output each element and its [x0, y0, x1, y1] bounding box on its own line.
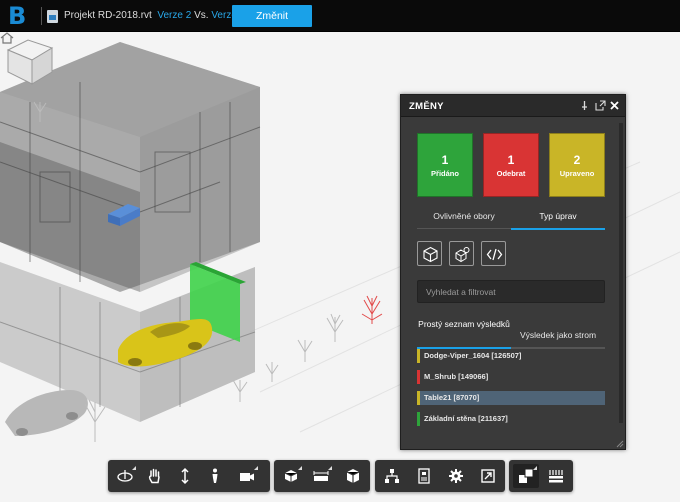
panel-title: ZMĚNY: [409, 101, 444, 112]
panel-header: ZMĚNY: [401, 95, 625, 117]
list-item[interactable]: Základní stěna [211637]: [417, 412, 605, 426]
card-count: 1: [507, 153, 515, 167]
file-icon: [47, 10, 58, 23]
cube-filter-button[interactable]: [417, 241, 442, 266]
section-box-button[interactable]: [278, 464, 304, 488]
list-item[interactable]: Table21 [87070]: [417, 391, 605, 405]
flyout-indicator: [298, 466, 302, 470]
vs-text: Vs.: [194, 10, 209, 21]
panel-scrollbar[interactable]: [619, 123, 623, 423]
popout-icon[interactable]: [595, 100, 606, 111]
item-label: Základní stěna [211637]: [424, 414, 508, 423]
tab-affected-disciplines[interactable]: Ovlivněné obory: [417, 211, 511, 221]
properties-icon: [418, 468, 430, 484]
card-modified[interactable]: 2 Upraveno: [549, 133, 605, 197]
model-tree-button[interactable]: [379, 464, 405, 488]
navigation-toolbar: [108, 460, 270, 492]
resize-handle-icon[interactable]: [616, 440, 624, 448]
search-input[interactable]: [417, 280, 605, 303]
levels-icon: [549, 470, 563, 483]
status-bar: [417, 349, 420, 363]
levels-button[interactable]: [543, 464, 569, 488]
flyout-indicator: [533, 466, 537, 470]
status-bar: [417, 370, 420, 384]
file-title: Projekt RD-2018.rvt Verze 2 Vs. Verze 1: [64, 10, 245, 21]
panels-toolbar: [375, 460, 505, 492]
cube-gear-icon: [455, 247, 470, 263]
walk-button[interactable]: [202, 464, 228, 488]
card-label: Upraveno: [559, 169, 595, 178]
pan-button[interactable]: [142, 464, 168, 488]
explode-icon: [346, 469, 360, 483]
item-label: M_Shrub [149066]: [424, 372, 489, 381]
parameter-filter-button[interactable]: [449, 241, 474, 266]
zoom-button[interactable]: [172, 464, 198, 488]
divider: [41, 7, 42, 25]
card-count: 1: [441, 153, 449, 167]
properties-button[interactable]: [411, 464, 437, 488]
settings-button[interactable]: [443, 464, 469, 488]
fullscreen-button[interactable]: [475, 464, 501, 488]
compare-toolbar: [509, 460, 573, 492]
tab-change-type[interactable]: Typ úprav: [511, 211, 605, 221]
tab-flat-list[interactable]: Prostý seznam výsledků: [417, 319, 511, 330]
result-view-tabs: Prostý seznam výsledků Výsledek jako str…: [417, 317, 605, 349]
close-icon[interactable]: [609, 100, 620, 111]
item-label: Table21 [87070]: [424, 393, 480, 402]
code-icon: [486, 248, 503, 261]
item-label: Dodge-Viper_1604 [126507]: [424, 351, 522, 360]
compare-button[interactable]: Změnit: [232, 5, 312, 27]
removed-shrub: [361, 295, 383, 324]
list-item[interactable]: M_Shrub [149066]: [417, 370, 605, 384]
viewcube-icon[interactable]: [0, 32, 60, 92]
model-tree-icon: [385, 469, 399, 483]
orbit-button[interactable]: [112, 464, 138, 488]
flyout-indicator: [132, 466, 136, 470]
camera-button[interactable]: [234, 464, 260, 488]
cube-icon: [423, 246, 438, 263]
card-label: Odebrat: [496, 169, 526, 178]
grouping-tabs: Ovlivněné obory Typ úprav: [417, 211, 605, 230]
changes-panel: ZMĚNY 1 Přidáno 1 Odebrat 2 Upraveno Ovl…: [400, 94, 626, 450]
active-tab-indicator: [511, 228, 605, 230]
pan-icon: [148, 468, 160, 484]
card-label: Přidáno: [431, 169, 459, 178]
flyout-indicator: [328, 466, 332, 470]
flyout-indicator: [254, 466, 258, 470]
measure-button[interactable]: [308, 464, 334, 488]
version-a-link[interactable]: Verze 2: [157, 10, 191, 21]
status-bar: [417, 391, 420, 405]
pin-icon[interactable]: [579, 100, 590, 111]
card-count: 2: [573, 153, 581, 167]
tab-tree-view[interactable]: Výsledek jako strom: [511, 330, 605, 340]
settings-icon: [449, 469, 463, 483]
zoom-icon: [181, 467, 189, 485]
code-view-button[interactable]: [481, 241, 506, 266]
car-grey: [5, 390, 88, 436]
compare-mode-button[interactable]: [513, 464, 539, 488]
model-tools-toolbar: [274, 460, 370, 492]
card-removed[interactable]: 1 Odebrat: [483, 133, 539, 197]
walk-icon: [212, 468, 218, 483]
card-added[interactable]: 1 Přidáno: [417, 133, 473, 197]
fullscreen-icon: [481, 469, 495, 483]
app-logo-icon[interactable]: B: [8, 4, 34, 28]
top-bar: B Projekt RD-2018.rvt Verze 2 Vs. Verze …: [0, 0, 680, 32]
explode-button[interactable]: [340, 464, 366, 488]
file-name: Projekt RD-2018.rvt: [64, 10, 152, 21]
status-bar: [417, 412, 420, 426]
list-item[interactable]: Dodge-Viper_1604 [126507]: [417, 349, 605, 363]
